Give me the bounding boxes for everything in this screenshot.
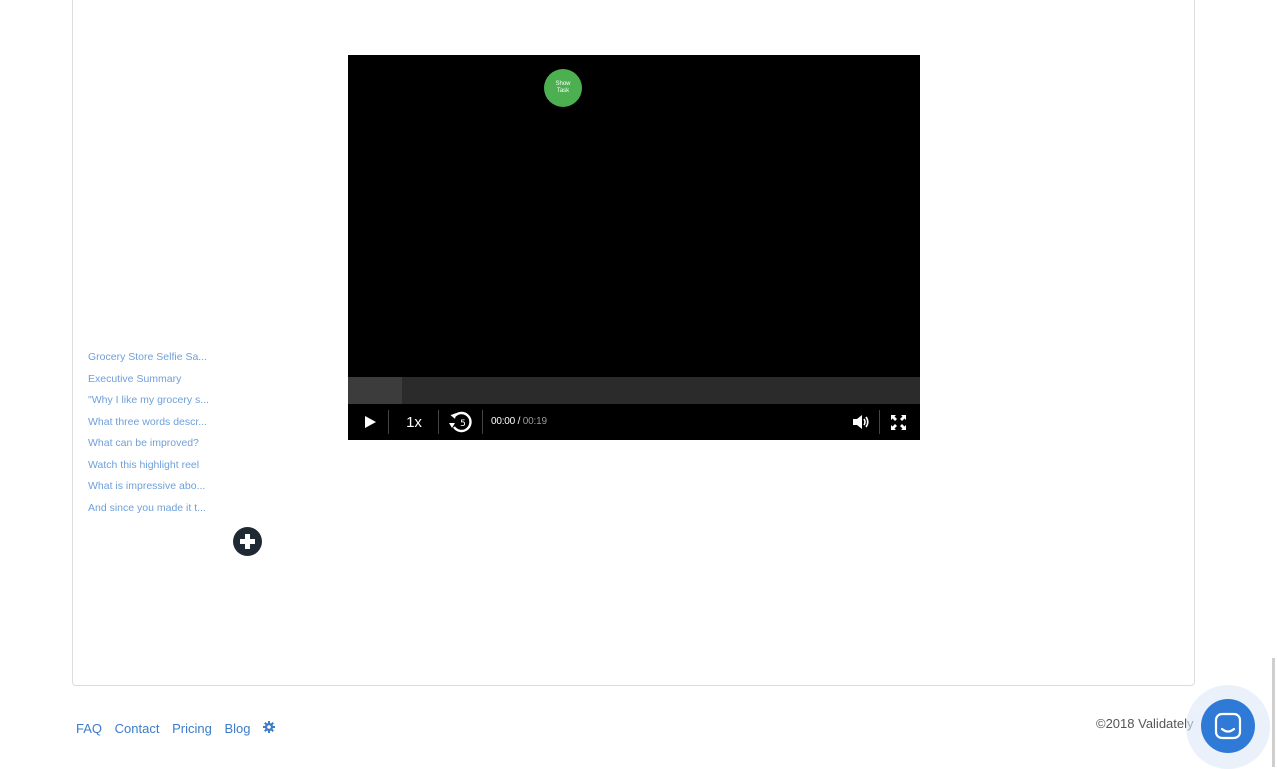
play-icon [365,416,376,428]
footer-link-contact[interactable]: Contact [115,721,160,736]
volume-icon [853,415,869,429]
separator [388,410,389,434]
play-button[interactable] [356,404,384,440]
task-item-highlight-reel[interactable]: Watch this highlight reel [88,458,218,480]
separator [879,410,880,434]
scrollbar[interactable] [1272,658,1275,767]
task-item-since-you-made-it[interactable]: And since you made it t... [88,501,218,523]
task-item-executive-summary[interactable]: Executive Summary [88,372,218,394]
show-task-button[interactable]: Show Task [544,69,582,107]
add-task-button[interactable] [233,527,262,556]
current-time: 00:00 [491,416,516,427]
progress-buffered [348,377,402,404]
footer-link-faq[interactable]: FAQ [76,721,102,736]
rewind-button[interactable]: 5 [446,404,476,440]
footer-link-blog[interactable]: Blog [224,721,250,736]
separator [438,410,439,434]
svg-text:5: 5 [460,419,466,429]
video-player[interactable]: Show Task 1x 5 00:00 / 00:19 [348,55,920,440]
player-controls: 1x 5 00:00 / 00:19 [348,404,920,440]
plus-circle-icon [240,534,255,549]
show-task-label: Show Task [555,81,571,94]
settings-button[interactable] [263,720,276,736]
speed-button[interactable]: 1x [398,404,430,440]
rewind-5-icon: 5 [449,411,472,433]
task-item-what-is-impressive[interactable]: What is impressive abo... [88,479,218,501]
fullscreen-button[interactable] [885,404,911,440]
time-separator: / [515,416,523,427]
chat-launcher-button[interactable] [1201,699,1255,753]
gear-icon [263,720,276,733]
task-item-why-i-like[interactable]: "Why I like my grocery s... [88,393,218,415]
chat-icon [1214,712,1242,740]
progress-bar[interactable] [348,377,920,404]
task-item-what-can-be-improved[interactable]: What can be improved? [88,436,218,458]
task-list: Grocery Store Selfie Sa... Executive Sum… [88,350,218,522]
footer-link-pricing[interactable]: Pricing [172,721,212,736]
task-item-grocery-store-selfie[interactable]: Grocery Store Selfie Sa... [88,350,218,372]
separator [482,410,483,434]
copyright-text: ©2018 Validately [1096,716,1194,731]
duration: 00:19 [522,416,547,427]
fullscreen-icon [890,414,906,430]
task-item-three-words[interactable]: What three words descr... [88,415,218,437]
footer-links: FAQ Contact Pricing Blog [76,720,276,736]
time-display: 00:00 / 00:19 [491,404,547,440]
volume-button[interactable] [848,404,874,440]
